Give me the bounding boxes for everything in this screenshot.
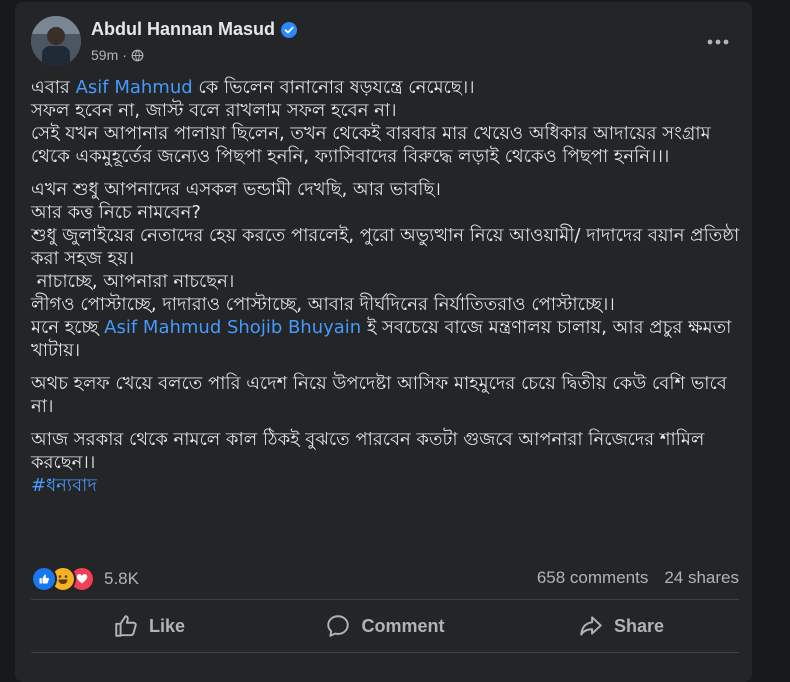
post-line: নাচাচ্ছে, আপনারা নাচছেন। xyxy=(31,271,235,292)
share-arrow-icon xyxy=(580,616,602,636)
post-line: লীগও পোস্টাচ্ছে, দাদারাও পোস্টাচ্ছে, আবা… xyxy=(31,294,615,315)
reactions-summary[interactable]: 5.8K xyxy=(31,566,139,592)
hashtag-link[interactable]: #ধন্যবাদ xyxy=(31,474,741,497)
post-line: এবার Asif Mahmud কে ভিলেন বানানোর ষড়যন্… xyxy=(31,76,741,99)
post-line: সেই যখন আপানার পালায়া ছিলেন, তখন থেকেই … xyxy=(31,123,711,167)
author-avatar[interactable] xyxy=(31,16,81,66)
like-reaction-icon xyxy=(31,566,57,592)
mention-link[interactable]: Asif Mahmud xyxy=(76,77,193,98)
post-paragraph: আজ সরকার থেকে নামলে কাল ঠিকই বুঝতে পারবে… xyxy=(31,428,741,497)
post-stats: 5.8K 658 comments 24 shares xyxy=(31,566,739,594)
post-line: আজ সরকার থেকে নামলে কাল ঠিকই বুঝতে পারবে… xyxy=(31,429,705,473)
like-label: Like xyxy=(148,615,186,636)
post-time[interactable]: 59m xyxy=(91,47,118,63)
divider xyxy=(31,599,739,600)
like-button[interactable]: Like xyxy=(31,604,267,648)
comment-button[interactable]: Comment xyxy=(267,604,503,648)
verified-badge-icon xyxy=(281,21,297,38)
more-options-button[interactable] xyxy=(700,24,736,60)
post-line: মনে হচ্ছে Asif Mahmud Shojib Bhuyain ই স… xyxy=(31,316,741,362)
shares-count-link[interactable]: 24 shares xyxy=(664,568,739,588)
post-paragraph: এবার Asif Mahmud কে ভিলেন বানানোর ষড়যন্… xyxy=(31,76,741,168)
engagement-counts: 658 comments 24 shares xyxy=(537,568,739,588)
author-name-row: Abdul Hannan Masud xyxy=(91,19,297,40)
post-line: এখন শুধু আপনাদের এসকল ভন্ডামী দেখছি, আর … xyxy=(31,179,441,200)
thumbs-up-icon xyxy=(115,615,137,637)
reaction-count: 5.8K xyxy=(104,569,139,588)
more-horizontal-icon xyxy=(707,39,729,45)
post-header: Abdul Hannan Masud 59m · xyxy=(31,16,736,70)
meta-separator: · xyxy=(122,47,127,63)
text-segment: এবার xyxy=(31,77,76,98)
share-label: Share xyxy=(613,615,665,636)
post-body: এবার Asif Mahmud কে ভিলেন বানানোর ষড়যন্… xyxy=(31,76,741,507)
globe-icon xyxy=(131,49,144,61)
mention-link[interactable]: Asif Mahmud Shojib Bhuyain xyxy=(104,317,361,338)
divider xyxy=(31,652,739,653)
comment-label: Comment xyxy=(361,615,445,636)
post-line: সফল হবেন না, জাস্ট বলে রাখলাম সফল হবেন ন… xyxy=(31,100,397,121)
post-line: শুধু জুলাইয়ের নেতাদের হেয় করতে পারলেই,… xyxy=(31,225,740,269)
post-actions: Like Comment Share xyxy=(31,604,739,648)
share-button[interactable]: Share xyxy=(503,604,739,648)
comment-bubble-icon xyxy=(327,615,350,637)
post-line: আর কত্ত নিচে নামবেন? xyxy=(31,202,201,223)
text-segment: মনে হচ্ছে xyxy=(31,317,105,338)
post-meta: 59m · xyxy=(91,47,144,63)
author-name[interactable]: Abdul Hannan Masud xyxy=(91,19,275,40)
post-card: Abdul Hannan Masud 59m · এবার Asif Mahmu xyxy=(15,2,752,682)
post-paragraph: এখন শুধু আপনাদের এসকল ভন্ডামী দেখছি, আর … xyxy=(31,178,741,362)
post-line: অথচ হলফ খেয়ে বলতে পারি এদেশ নিয়ে উপদেষ… xyxy=(31,373,727,417)
post-paragraph: অথচ হলফ খেয়ে বলতে পারি এদেশ নিয়ে উপদেষ… xyxy=(31,372,741,418)
text-segment: কে ভিলেন বানানোর ষড়যন্ত্রে নেমেছে।। xyxy=(192,77,475,98)
comments-count-link[interactable]: 658 comments xyxy=(537,568,649,588)
